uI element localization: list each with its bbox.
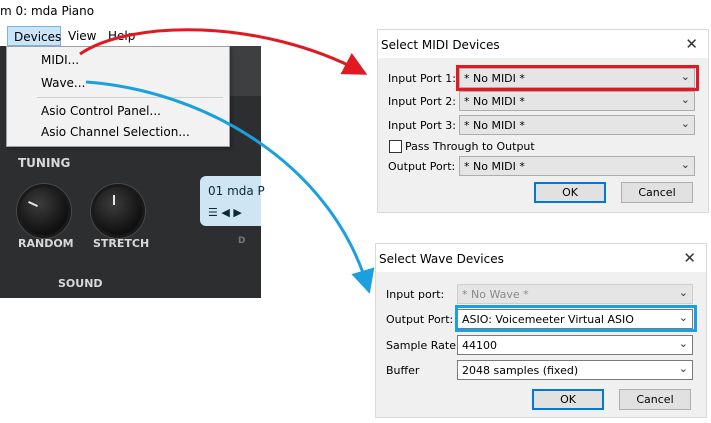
blue-arrow [85,80,375,294]
red-arrow [79,28,368,75]
annotation-arrows [79,28,375,294]
